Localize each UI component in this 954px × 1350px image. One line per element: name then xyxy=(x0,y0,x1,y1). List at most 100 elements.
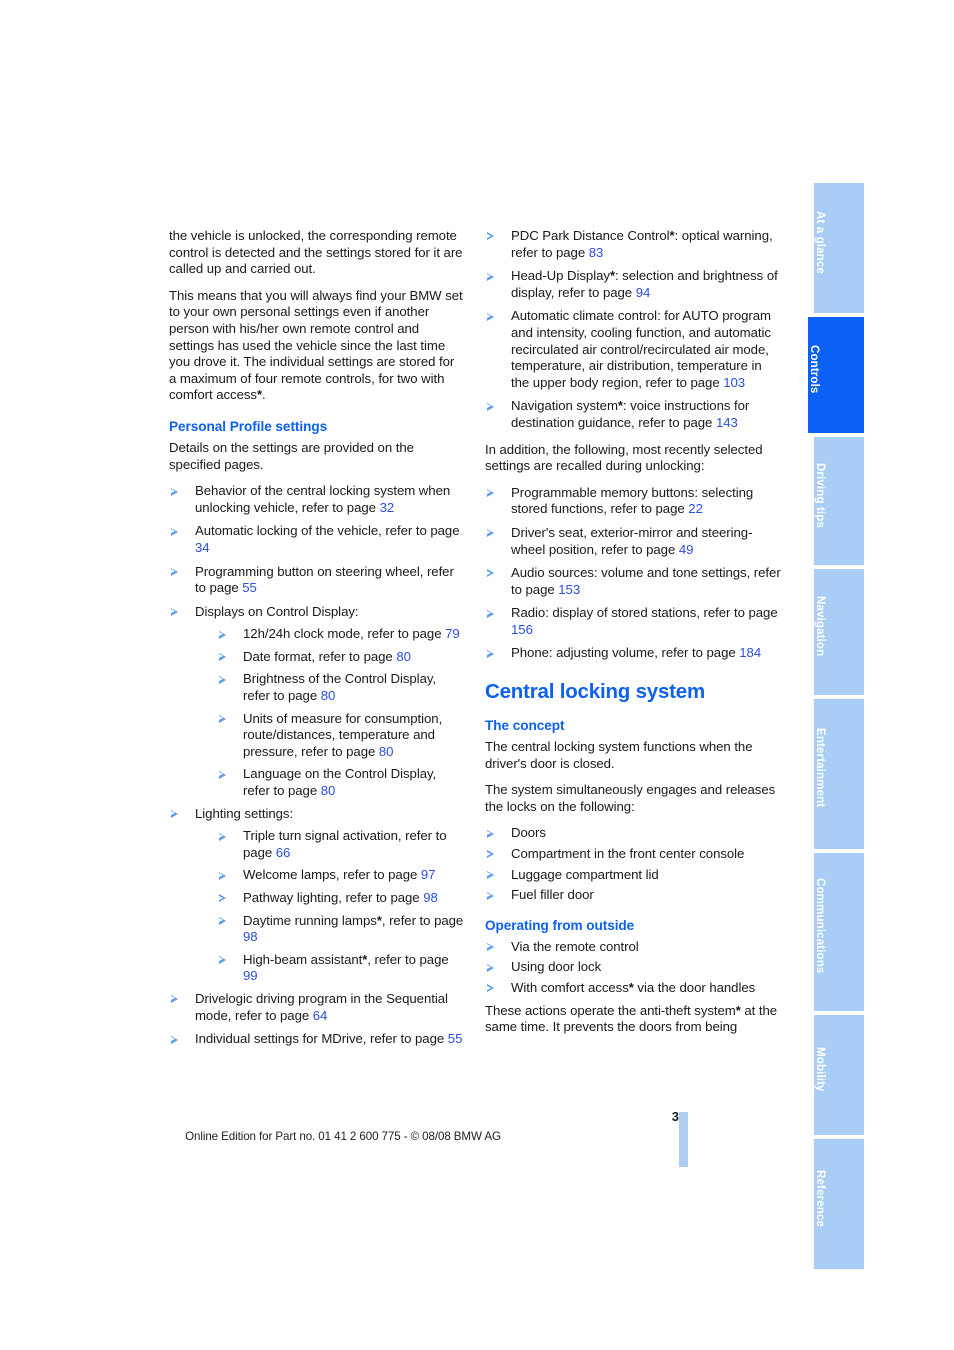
tab-label: Driving tips xyxy=(814,462,827,528)
list-item: Radio: display of stored stations, refer… xyxy=(485,605,781,638)
page-link[interactable]: 143 xyxy=(716,415,738,430)
triangle-bullet-icon xyxy=(218,770,226,779)
list-item: Navigation system*: voice instructions f… xyxy=(485,398,781,431)
triangle-bullet-icon xyxy=(486,963,494,972)
triangle-bullet-icon xyxy=(486,569,494,578)
list-item-text: Audio sources: volume and tone settings,… xyxy=(511,565,781,597)
page-link[interactable]: 80 xyxy=(396,649,411,664)
list-item: Driver's seat, exterior-mirror and steer… xyxy=(485,525,781,558)
list-item: Drivelogic driving program in the Sequen… xyxy=(169,991,465,1024)
page-link[interactable]: 153 xyxy=(558,582,580,597)
triangle-bullet-icon xyxy=(218,832,226,841)
list-item-text: Lighting settings: xyxy=(195,805,294,821)
triangle-bullet-icon xyxy=(486,850,494,859)
page-link[interactable]: 83 xyxy=(589,245,604,260)
triangle-bullet-icon xyxy=(486,609,494,618)
tab-entertainment[interactable]: Entertainment xyxy=(814,699,864,849)
page-link[interactable]: 34 xyxy=(195,540,210,555)
recalled-settings-list: Programmable memory buttons: selecting s… xyxy=(485,485,781,662)
asterisk-icon: * xyxy=(617,398,623,414)
triangle-bullet-icon xyxy=(218,916,226,925)
triangle-bullet-icon xyxy=(170,995,178,1004)
page-link[interactable]: 184 xyxy=(739,645,761,660)
concept-paragraph-2: The system simultaneously engages and re… xyxy=(485,782,776,814)
list-item-text: Navigation system*: voice instructions f… xyxy=(511,398,750,430)
triangle-bullet-icon xyxy=(486,984,494,993)
intro-paragraph-1: the vehicle is unlocked, the correspondi… xyxy=(169,228,463,277)
recall-intro-paragraph: In addition, the following, most recentl… xyxy=(485,441,763,474)
page-link[interactable]: 156 xyxy=(511,622,533,637)
control-display-sublist: 12h/24h clock mode, refer to page 79 Dat… xyxy=(217,626,465,799)
list-item: Head-Up Display*: selection and brightne… xyxy=(485,268,781,301)
triangle-bullet-icon xyxy=(486,402,494,411)
list-item-text: Welcome lamps, refer to page xyxy=(243,867,421,883)
list-item-text: High-beam assistant*, refer to page xyxy=(243,951,449,967)
list-item: Triple turn signal activation, refer to … xyxy=(217,828,465,861)
list-item: Individual settings for MDrive, refer to… xyxy=(169,1031,465,1048)
page-link[interactable]: 64 xyxy=(313,1008,328,1023)
list-item-text: Compartment in the front center console xyxy=(511,846,745,862)
list-item: Pathway lighting, refer to page 98 xyxy=(217,890,465,907)
page-link[interactable]: 103 xyxy=(723,375,745,390)
list-item: Automatic climate control: for AUTO prog… xyxy=(485,308,781,391)
page-link[interactable]: 94 xyxy=(636,285,651,300)
page-link[interactable]: 32 xyxy=(380,500,395,515)
triangle-bullet-icon xyxy=(170,608,178,617)
triangle-bullet-icon xyxy=(486,489,494,498)
triangle-bullet-icon xyxy=(486,649,494,658)
continued-settings-list: PDC Park Distance Control*: optical warn… xyxy=(485,228,781,432)
concept-paragraph-1: The central locking system functions whe… xyxy=(485,739,753,771)
page-link[interactable]: 22 xyxy=(688,501,703,516)
tab-label: Mobility xyxy=(814,1046,827,1092)
page-link[interactable]: 66 xyxy=(276,845,291,860)
list-item: Automatic locking of the vehicle, refer … xyxy=(169,523,465,556)
tab-mobility[interactable]: Mobility xyxy=(814,1015,864,1135)
tab-reference[interactable]: Reference xyxy=(814,1139,864,1269)
triangle-bullet-icon xyxy=(486,529,494,538)
asterisk-icon: * xyxy=(669,228,675,243)
list-item: Brightness of the Control Display, refer… xyxy=(217,671,465,704)
page-link[interactable]: 79 xyxy=(445,626,460,641)
list-item-text: Phone: adjusting volume, refer to page xyxy=(511,645,740,661)
tab-navigation[interactable]: Navigation xyxy=(814,569,864,695)
page-link[interactable]: 49 xyxy=(679,542,694,557)
page-link[interactable]: 80 xyxy=(321,688,336,703)
heading-the-concept: The concept xyxy=(485,718,565,734)
page-link[interactable]: 55 xyxy=(242,580,257,595)
tab-communications[interactable]: Communications xyxy=(814,853,864,1011)
tab-driving-tips[interactable]: Driving tips xyxy=(814,437,864,565)
list-item-text: Driver's seat, exterior-mirror and steer… xyxy=(511,524,753,557)
tab-controls[interactable]: Controls xyxy=(808,317,864,433)
triangle-bullet-icon xyxy=(218,894,226,903)
list-item-text: Brightness of the Control Display, refer… xyxy=(243,671,437,704)
list-item-text: Behavior of the central locking system w… xyxy=(195,483,451,515)
section-tab-rail: At a glance Controls Driving tips Naviga… xyxy=(808,0,954,1350)
list-item: Behavior of the central locking system w… xyxy=(169,483,465,516)
asterisk-icon: * xyxy=(256,387,262,403)
list-item-text: Radio: display of stored stations, refer… xyxy=(511,605,778,621)
page-link[interactable]: 55 xyxy=(448,1031,463,1046)
asterisk-icon: * xyxy=(376,912,382,928)
page-link[interactable]: 98 xyxy=(423,890,438,905)
page-link[interactable]: 98 xyxy=(243,929,258,944)
asterisk-icon: * xyxy=(362,951,368,967)
list-item-text: Automatic locking of the vehicle, refer … xyxy=(195,523,460,539)
list-item: 12h/24h clock mode, refer to page 79 xyxy=(217,626,465,643)
page-link[interactable]: 99 xyxy=(243,968,258,983)
triangle-bullet-icon xyxy=(486,272,494,281)
tab-label: Communications xyxy=(814,878,827,974)
page-link[interactable]: 80 xyxy=(321,783,336,798)
list-item-text: Fuel filler door xyxy=(511,887,594,903)
intro-paragraph-2: This means that you will always find you… xyxy=(169,287,463,403)
triangle-bullet-icon xyxy=(486,829,494,838)
list-item: Programming button on steering wheel, re… xyxy=(169,564,465,597)
triangle-bullet-icon xyxy=(486,891,494,900)
page-link[interactable]: 80 xyxy=(379,744,394,759)
triangle-bullet-icon xyxy=(218,630,226,639)
list-item: Via the remote control xyxy=(485,939,781,956)
heading-personal-profile-settings: Personal Profile settings xyxy=(169,418,328,434)
tab-at-a-glance[interactable]: At a glance xyxy=(814,183,864,313)
left-column: the vehicle is unlocked, the correspondi… xyxy=(169,228,465,1055)
list-item-text: Displays on Control Display: xyxy=(195,603,359,619)
page-link[interactable]: 97 xyxy=(421,867,436,882)
